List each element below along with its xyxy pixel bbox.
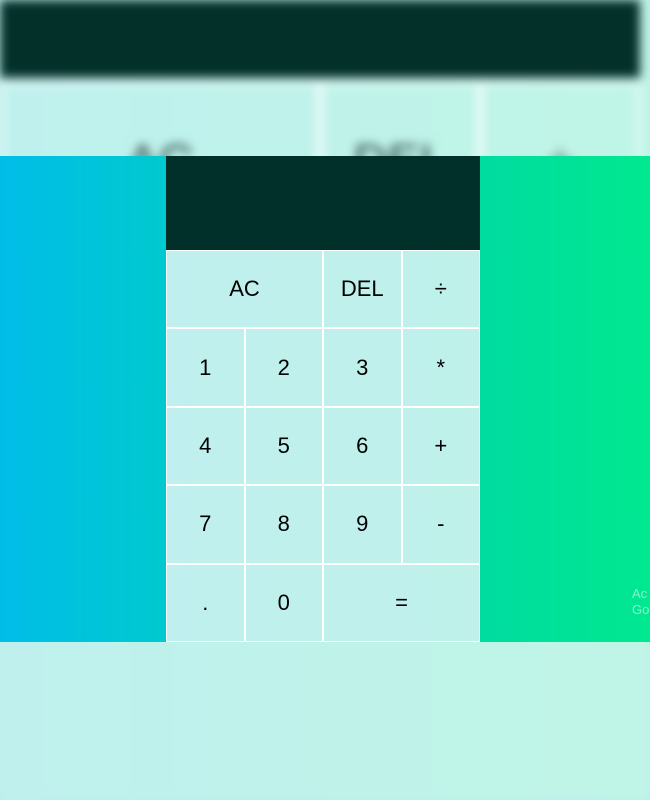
activation-watermark: Ac Go xyxy=(632,586,650,618)
number-8-button[interactable]: 8 xyxy=(244,485,323,564)
delete-button[interactable]: DEL xyxy=(323,250,402,329)
all-clear-button[interactable]: AC xyxy=(166,250,323,329)
calculator-display xyxy=(166,156,480,250)
number-4-button[interactable]: 4 xyxy=(166,406,245,486)
equals-button[interactable]: = xyxy=(323,563,480,642)
number-7-button[interactable]: 7 xyxy=(166,485,245,564)
backdrop-display xyxy=(0,0,640,78)
divide-button[interactable]: ÷ xyxy=(401,250,480,329)
subtract-button[interactable]: - xyxy=(401,485,480,564)
add-button[interactable]: + xyxy=(401,406,480,486)
number-2-button[interactable]: 2 xyxy=(244,328,323,407)
number-1-button[interactable]: 1 xyxy=(166,328,245,407)
multiply-button[interactable]: * xyxy=(401,328,480,407)
decimal-button[interactable]: . xyxy=(166,563,245,642)
number-0-button[interactable]: 0 xyxy=(244,563,323,642)
number-6-button[interactable]: 6 xyxy=(323,406,402,486)
calculator-page: AC DEL ÷ 1 2 3 * 4 5 6 + 7 8 9 - . 0 = A… xyxy=(0,156,650,642)
watermark-line-2: Go xyxy=(632,602,650,617)
number-5-button[interactable]: 5 xyxy=(244,406,323,486)
watermark-line-1: Ac xyxy=(632,586,648,601)
number-3-button[interactable]: 3 xyxy=(323,328,402,407)
calculator-grid: AC DEL ÷ 1 2 3 * 4 5 6 + 7 8 9 - . 0 = xyxy=(166,156,480,642)
number-9-button[interactable]: 9 xyxy=(323,485,402,564)
